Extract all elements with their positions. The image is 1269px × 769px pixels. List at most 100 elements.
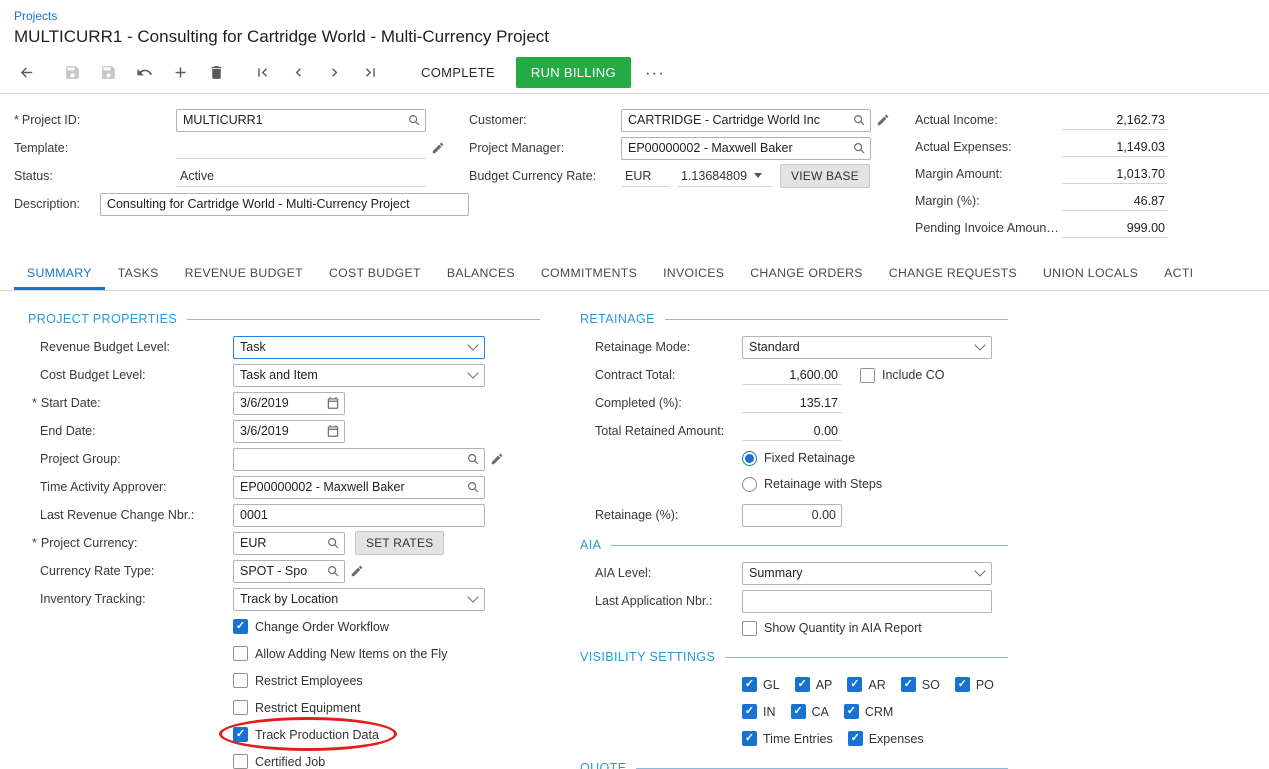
- next-record-button[interactable]: [316, 57, 352, 89]
- end-date-input[interactable]: [234, 424, 322, 438]
- cost-budget-level-select[interactable]: [233, 364, 485, 387]
- add-button[interactable]: [162, 57, 198, 89]
- back-button[interactable]: [8, 57, 44, 89]
- retainage-mode-select[interactable]: [742, 336, 992, 359]
- in-checkbox[interactable]: [742, 704, 757, 719]
- pencil-icon[interactable]: [871, 113, 895, 127]
- change-order-workflow-label: Change Order Workflow: [255, 620, 389, 634]
- tab-change-requests[interactable]: CHANGE REQUESTS: [876, 257, 1030, 290]
- so-checkbox[interactable]: [901, 677, 916, 692]
- po-checkbox[interactable]: [955, 677, 970, 692]
- time-entries-checkbox[interactable]: [742, 731, 757, 746]
- dropdown-arrow-icon[interactable]: [754, 173, 762, 178]
- prev-record-button[interactable]: [280, 57, 316, 89]
- set-rates-button[interactable]: SET RATES: [355, 531, 444, 555]
- currency-rate-combo[interactable]: 1.13684809: [677, 165, 772, 187]
- restrict-employees-checkbox[interactable]: [233, 673, 248, 688]
- last-application-nbr-input[interactable]: [743, 594, 991, 608]
- search-icon[interactable]: [848, 141, 870, 155]
- track-production-data-checkbox[interactable]: [233, 727, 248, 742]
- ar-checkbox[interactable]: [847, 677, 862, 692]
- gl-checkbox[interactable]: [742, 677, 757, 692]
- undo-button[interactable]: [126, 57, 162, 89]
- include-co-checkbox[interactable]: [860, 368, 875, 383]
- allow-adding-new-items-checkbox[interactable]: [233, 646, 248, 661]
- tab-union-locals[interactable]: UNION LOCALS: [1030, 257, 1151, 290]
- calendar-icon[interactable]: [322, 396, 344, 410]
- aia-level-select[interactable]: [742, 562, 992, 585]
- project-group-input[interactable]: [234, 452, 462, 466]
- tab-tasks[interactable]: TASKS: [105, 257, 172, 290]
- time-activity-approver-input[interactable]: [234, 480, 462, 494]
- chevron-down-icon[interactable]: [462, 589, 484, 610]
- chevron-down-icon[interactable]: [462, 337, 484, 358]
- customer-input[interactable]: [622, 113, 848, 127]
- more-button[interactable]: ···: [631, 63, 679, 83]
- tab-activities[interactable]: ACTI: [1151, 257, 1206, 290]
- inventory-tracking-select[interactable]: [233, 588, 485, 611]
- tab-invoices[interactable]: INVOICES: [650, 257, 737, 290]
- search-icon[interactable]: [403, 113, 425, 127]
- aia-level-input[interactable]: [743, 566, 969, 580]
- start-date-input[interactable]: [234, 396, 322, 410]
- search-icon[interactable]: [848, 113, 870, 127]
- change-order-workflow-checkbox[interactable]: [233, 619, 248, 634]
- fixed-retainage-radio[interactable]: [742, 451, 757, 466]
- view-base-button[interactable]: VIEW BASE: [780, 164, 870, 188]
- search-icon[interactable]: [462, 452, 484, 466]
- pencil-icon[interactable]: [485, 452, 509, 466]
- restrict-equipment-checkbox[interactable]: [233, 700, 248, 715]
- total-row: Actual Expenses: 1,149.03: [915, 133, 1167, 160]
- save-close-button[interactable]: [54, 57, 90, 89]
- revenue-budget-level-select[interactable]: [233, 336, 485, 359]
- retainage-mode-input[interactable]: [743, 340, 969, 354]
- completed-pct-value: 135.17: [742, 393, 842, 413]
- description-input[interactable]: [101, 197, 468, 211]
- tab-change-orders[interactable]: CHANGE ORDERS: [737, 257, 876, 290]
- template-field[interactable]: [176, 137, 426, 159]
- certified-job-checkbox[interactable]: [233, 754, 248, 769]
- inventory-tracking-input[interactable]: [234, 592, 462, 606]
- currency-rate-type-input[interactable]: [234, 564, 322, 578]
- delete-button[interactable]: [198, 57, 234, 89]
- tab-summary[interactable]: SUMMARY: [14, 257, 105, 290]
- search-icon[interactable]: [322, 536, 344, 550]
- run-billing-button[interactable]: RUN BILLING: [516, 57, 631, 88]
- pencil-icon[interactable]: [345, 564, 369, 578]
- revenue-budget-level-input[interactable]: [234, 340, 462, 354]
- save-button[interactable]: [90, 57, 126, 89]
- search-icon[interactable]: [462, 480, 484, 494]
- last-revenue-change-nbr-field: [233, 504, 485, 527]
- chevron-down-icon[interactable]: [462, 365, 484, 386]
- calendar-icon[interactable]: [322, 424, 344, 438]
- field-row-revenue-budget-level: Revenue Budget Level:: [28, 333, 540, 361]
- last-record-button[interactable]: [352, 57, 388, 89]
- first-record-button[interactable]: [244, 57, 280, 89]
- tab-commitments[interactable]: COMMITMENTS: [528, 257, 650, 290]
- breadcrumb[interactable]: Projects: [14, 9, 57, 23]
- show-quantity-checkbox[interactable]: [742, 621, 757, 636]
- ap-checkbox[interactable]: [795, 677, 810, 692]
- retainage-with-steps-radio[interactable]: [742, 477, 757, 492]
- tab-balances[interactable]: BALANCES: [434, 257, 528, 290]
- expenses-checkbox[interactable]: [848, 731, 863, 746]
- project-id-input[interactable]: [177, 113, 403, 127]
- retainage-pct-field[interactable]: 0.00: [742, 504, 842, 527]
- project-id-field: [176, 109, 426, 132]
- field-row-contract-total: Contract Total: 1,600.00 Include CO: [580, 361, 1008, 389]
- crm-checkbox[interactable]: [844, 704, 859, 719]
- chevron-down-icon[interactable]: [969, 563, 991, 584]
- actual-expenses-label: Actual Expenses:: [915, 140, 1062, 154]
- project-manager-input[interactable]: [622, 141, 848, 155]
- tab-cost-budget[interactable]: COST BUDGET: [316, 257, 434, 290]
- tab-revenue-budget[interactable]: REVENUE BUDGET: [172, 257, 316, 290]
- search-icon[interactable]: [322, 564, 344, 578]
- chevron-down-icon[interactable]: [969, 337, 991, 358]
- visibility-item-po: PO: [955, 677, 994, 692]
- project-currency-input[interactable]: [234, 536, 322, 550]
- last-revenue-change-nbr-input[interactable]: [234, 508, 484, 522]
- pencil-icon[interactable]: [426, 141, 450, 155]
- ca-checkbox[interactable]: [791, 704, 806, 719]
- complete-button[interactable]: COMPLETE: [406, 58, 510, 87]
- cost-budget-level-input[interactable]: [234, 368, 462, 382]
